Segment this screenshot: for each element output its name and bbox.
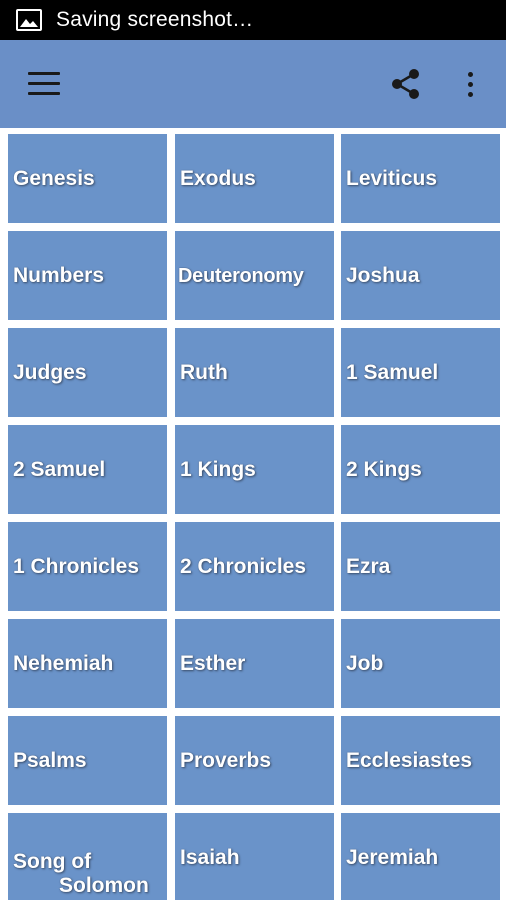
book-name: Esther <box>180 651 246 675</box>
book-tile[interactable]: Deuteronomy <box>175 231 334 320</box>
book-tile[interactable]: 2 Samuel <box>8 425 167 514</box>
book-name: 1 Kings <box>180 457 256 481</box>
book-name: Proverbs <box>180 748 272 772</box>
book-name: Job <box>346 651 384 675</box>
book-tile[interactable]: Ruth <box>175 328 334 417</box>
image-icon <box>16 9 42 31</box>
book-name: Genesis <box>13 166 95 190</box>
book-tile[interactable]: 1 Samuel <box>341 328 500 417</box>
book-name: Ecclesiastes <box>346 748 473 772</box>
book-tile[interactable]: Jeremiah <box>341 813 500 900</box>
book-tile[interactable]: Ecclesiastes <box>341 716 500 805</box>
book-tile[interactable]: Genesis <box>8 134 167 223</box>
book-name: Joshua <box>346 263 420 287</box>
book-tile[interactable]: Exodus <box>175 134 334 223</box>
book-tile[interactable]: 1 Chronicles <box>8 522 167 611</box>
book-name: Jeremiah <box>346 845 439 869</box>
book-name: Judges <box>13 360 87 384</box>
book-tile[interactable]: 1 Kings <box>175 425 334 514</box>
book-name: 2 Kings <box>346 457 422 481</box>
book-tile[interactable]: Numbers <box>8 231 167 320</box>
book-tile[interactable]: Psalms <box>8 716 167 805</box>
book-name: Deuteronomy <box>178 264 304 287</box>
book-tile[interactable]: Judges <box>8 328 167 417</box>
book-name: 1 Samuel <box>346 360 439 384</box>
book-tile[interactable]: Job <box>341 619 500 708</box>
book-tile[interactable]: Song of Solomon <box>8 813 167 900</box>
book-name: Isaiah <box>180 845 240 869</box>
book-tile[interactable]: Proverbs <box>175 716 334 805</box>
book-name: 1 Chronicles <box>13 554 140 578</box>
book-name: Song of Solomon <box>13 850 149 897</box>
book-name: Psalms <box>13 748 87 772</box>
book-tile[interactable]: 2 Chronicles <box>175 522 334 611</box>
book-name: 2 Chronicles <box>180 554 307 578</box>
book-tile[interactable]: 2 Kings <box>341 425 500 514</box>
book-tile[interactable]: Leviticus <box>341 134 500 223</box>
more-vert-icon[interactable] <box>458 68 482 102</box>
app-bar <box>0 40 506 128</box>
book-name: Ezra <box>346 554 391 578</box>
hamburger-menu-icon[interactable] <box>28 70 62 98</box>
status-notification-text: Saving screenshot… <box>56 8 254 31</box>
book-name: 2 Samuel <box>13 457 106 481</box>
share-icon[interactable] <box>388 66 424 102</box>
book-tile[interactable]: Isaiah <box>175 813 334 900</box>
book-tile[interactable]: Ezra <box>341 522 500 611</box>
status-bar: Saving screenshot… <box>0 0 506 40</box>
books-grid: Genesis Exodus Leviticus Numbers Deuteronomy… <box>0 128 506 900</box>
book-name: Exodus <box>180 166 256 190</box>
book-tile[interactable]: Esther <box>175 619 334 708</box>
book-tile[interactable]: Joshua <box>341 231 500 320</box>
book-name: Nehemiah <box>13 651 114 675</box>
book-name: Ruth <box>180 360 228 384</box>
book-tile[interactable]: Nehemiah <box>8 619 167 708</box>
book-name: Numbers <box>13 263 105 287</box>
book-name: Leviticus <box>346 166 438 190</box>
